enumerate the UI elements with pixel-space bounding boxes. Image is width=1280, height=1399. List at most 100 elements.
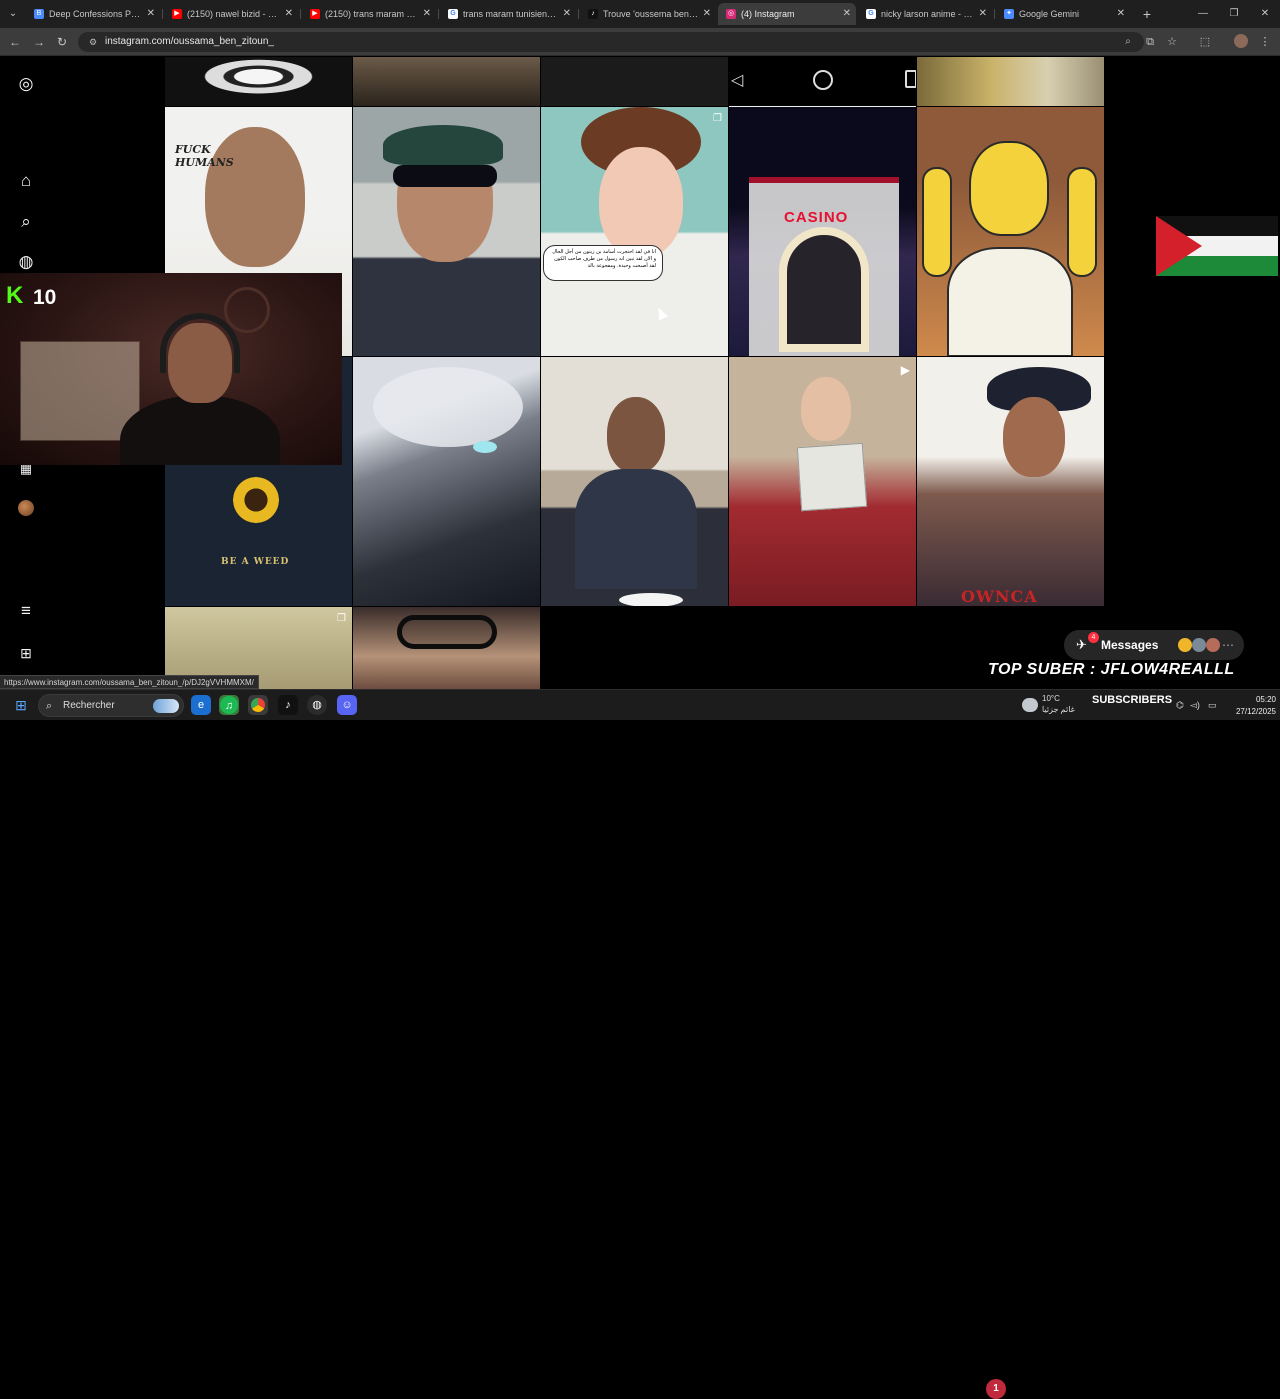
tab-trans-maram-youtube[interactable]: ▶ (2150) trans maram tunisi ✕ [302,3,436,25]
taskbar-search[interactable]: ⌕ Rechercher [38,694,184,717]
address-url[interactable]: instagram.com/oussama_ben_zitoun_ [105,32,274,52]
weather-cloud-icon[interactable] [1022,698,1038,712]
windows-start-icon[interactable]: ⊞ [12,696,30,714]
post-cup [619,593,683,606]
windows-taskbar: ⊞ ⌕ Rechercher e ◉ ♫ ♪ ◍ ☺ 1 10°C غائم ج… [0,689,1280,1399]
post-arch [779,227,869,352]
obs-icon[interactable]: ◍ [307,695,327,715]
search-icon[interactable]: ⌕ [16,212,36,232]
apps-icon[interactable]: ⊞ [16,643,36,663]
tab-trans-maram-google[interactable]: G trans maram tunisien - Go ✕ [440,3,576,25]
forward-arrow-icon[interactable]: → [30,33,48,51]
install-app-icon[interactable]: ⧉ [1141,33,1159,51]
taskbar-search-label: Rechercher [63,700,115,711]
post-thumbnail[interactable] [353,607,540,689]
minimize-icon[interactable]: — [1193,4,1213,24]
tab-deep-confessions[interactable]: B Deep Confessions Podca ✕ [26,3,160,25]
post-glasses [397,615,497,649]
close-icon[interactable]: ✕ [285,3,293,25]
post-handwritten-text: FUCK HUMANS [175,143,234,169]
network-icon[interactable]: ⌬ [1176,690,1184,721]
spotify-icon[interactable]: ♫ [220,696,238,714]
instagram-icon: ◎ [726,9,736,19]
instagram-logo-icon[interactable]: ◎ [16,74,36,94]
tab-nicky-larson[interactable]: G nicky larson anime - Goo ✕ [858,3,992,25]
messenger-icon: ✈ [1076,637,1087,652]
search-icon: ⌕ [46,700,53,712]
carousel-icon: ❐ [337,613,346,624]
webcam-overlay: K 10 [0,273,342,465]
close-icon[interactable]: ✕ [843,3,851,25]
address-bar[interactable]: ⚙ instagram.com/oussama_ben_zitoun_ ⌕ [78,32,1144,52]
volume-icon[interactable]: ◅) [1190,690,1200,721]
webcam-person-body [120,395,280,465]
battery-icon[interactable]: ▭ [1208,690,1217,721]
taskbar-time[interactable]: 05:20 [1246,694,1276,705]
post-thumbnail[interactable]: ▶ [729,357,916,606]
back-arrow-icon[interactable]: ← [6,33,24,51]
restore-icon[interactable]: ❐ [1224,4,1244,24]
post-thumbnail[interactable] [541,57,728,106]
extensions-icon[interactable]: ⬚ [1196,33,1214,51]
edge-icon[interactable]: e [191,695,211,715]
post-thumbnail[interactable]: انا في لقد احتجرت أسامة بن زيتون من أجل … [541,107,728,356]
post-thumbnail[interactable]: OWNCA [917,357,1104,606]
tab-instagram[interactable]: ◎ (4) Instagram ✕ [718,3,856,25]
browser-profile-avatar[interactable] [1234,34,1248,48]
youtube-icon: ▶ [310,9,320,19]
tab-google-gemini[interactable]: ✦ Google Gemini ✕ [996,3,1130,25]
post-thumbnail[interactable] [917,107,1104,356]
search-highlight-icon [153,699,179,713]
post-shirt [575,469,697,589]
close-icon[interactable]: ✕ [147,3,155,25]
tab-separator [438,9,439,19]
post-casino-sign: CASINO [784,209,849,226]
reload-icon[interactable]: ↻ [53,33,71,51]
post-banner-text: OWNCA [961,587,1038,606]
discord-icon[interactable]: ☺ [337,695,357,715]
post-thumbnail[interactable] [917,57,1104,106]
explore-icon[interactable]: ◍ [16,252,36,272]
close-icon[interactable]: ✕ [423,3,431,25]
post-thumbnail[interactable] [353,57,540,106]
browser-toolbar: ← → ↻ ⚙ instagram.com/oussama_ben_zitoun… [0,28,1280,56]
close-window-icon[interactable]: ✕ [1255,4,1275,24]
post-paper [796,442,868,512]
kebab-menu-icon[interactable]: ⋮ [1256,33,1274,51]
post-cartoon-head [969,141,1049,236]
post-thumbnail[interactable]: ◁ [729,57,916,108]
close-icon[interactable]: ✕ [563,3,571,25]
post-anime-eye [473,441,497,453]
post-face [801,377,851,441]
post-thumbnail[interactable] [165,57,352,106]
weather-widget[interactable]: 10°C غائم جزئيا [1042,693,1075,715]
post-thumbnail[interactable] [353,107,540,356]
zoom-icon[interactable]: ⌕ [1121,35,1135,49]
site-info-icon[interactable]: ⚙ [87,36,99,48]
chrome-icon[interactable] [248,695,268,715]
taskbar-date[interactable]: 27/12/2025 [1232,706,1276,717]
menu-icon[interactable]: ≡ [16,601,36,621]
profile-avatar[interactable] [18,500,34,516]
phone-back-icon: ◁ [731,72,744,89]
post-face [599,147,683,257]
bookmark-star-icon[interactable]: ☆ [1163,33,1181,51]
tab-nawel-bizid[interactable]: ▶ (2150) nawel bizid - YouT ✕ [164,3,298,25]
post-thumbnail[interactable] [353,357,540,606]
post-face [607,397,665,473]
post-cartoon-arm [1067,167,1097,277]
tab-search-icon[interactable]: ⌄ [4,5,22,23]
close-icon[interactable]: ✕ [1117,3,1125,25]
post-thumbnail[interactable]: CASINO [729,107,916,356]
post-face [1003,397,1065,477]
new-tab-button[interactable]: + [1137,4,1157,24]
post-thumbnail[interactable] [541,357,728,606]
message-avatar [1192,638,1206,652]
close-icon[interactable]: ✕ [979,3,987,25]
home-icon[interactable]: ⌂ [16,171,36,191]
messages-button[interactable]: ✈ 4 Messages ⋯ [1064,630,1244,660]
tab-tiktok-search[interactable]: ♪ Trouve 'oussema ben zito ✕ [580,3,716,25]
close-icon[interactable]: ✕ [703,3,711,25]
tiktok-icon[interactable]: ♪ [278,695,298,715]
top-suber-overlay: TOP SUBER : JFLOW4REALLL [988,661,1235,678]
